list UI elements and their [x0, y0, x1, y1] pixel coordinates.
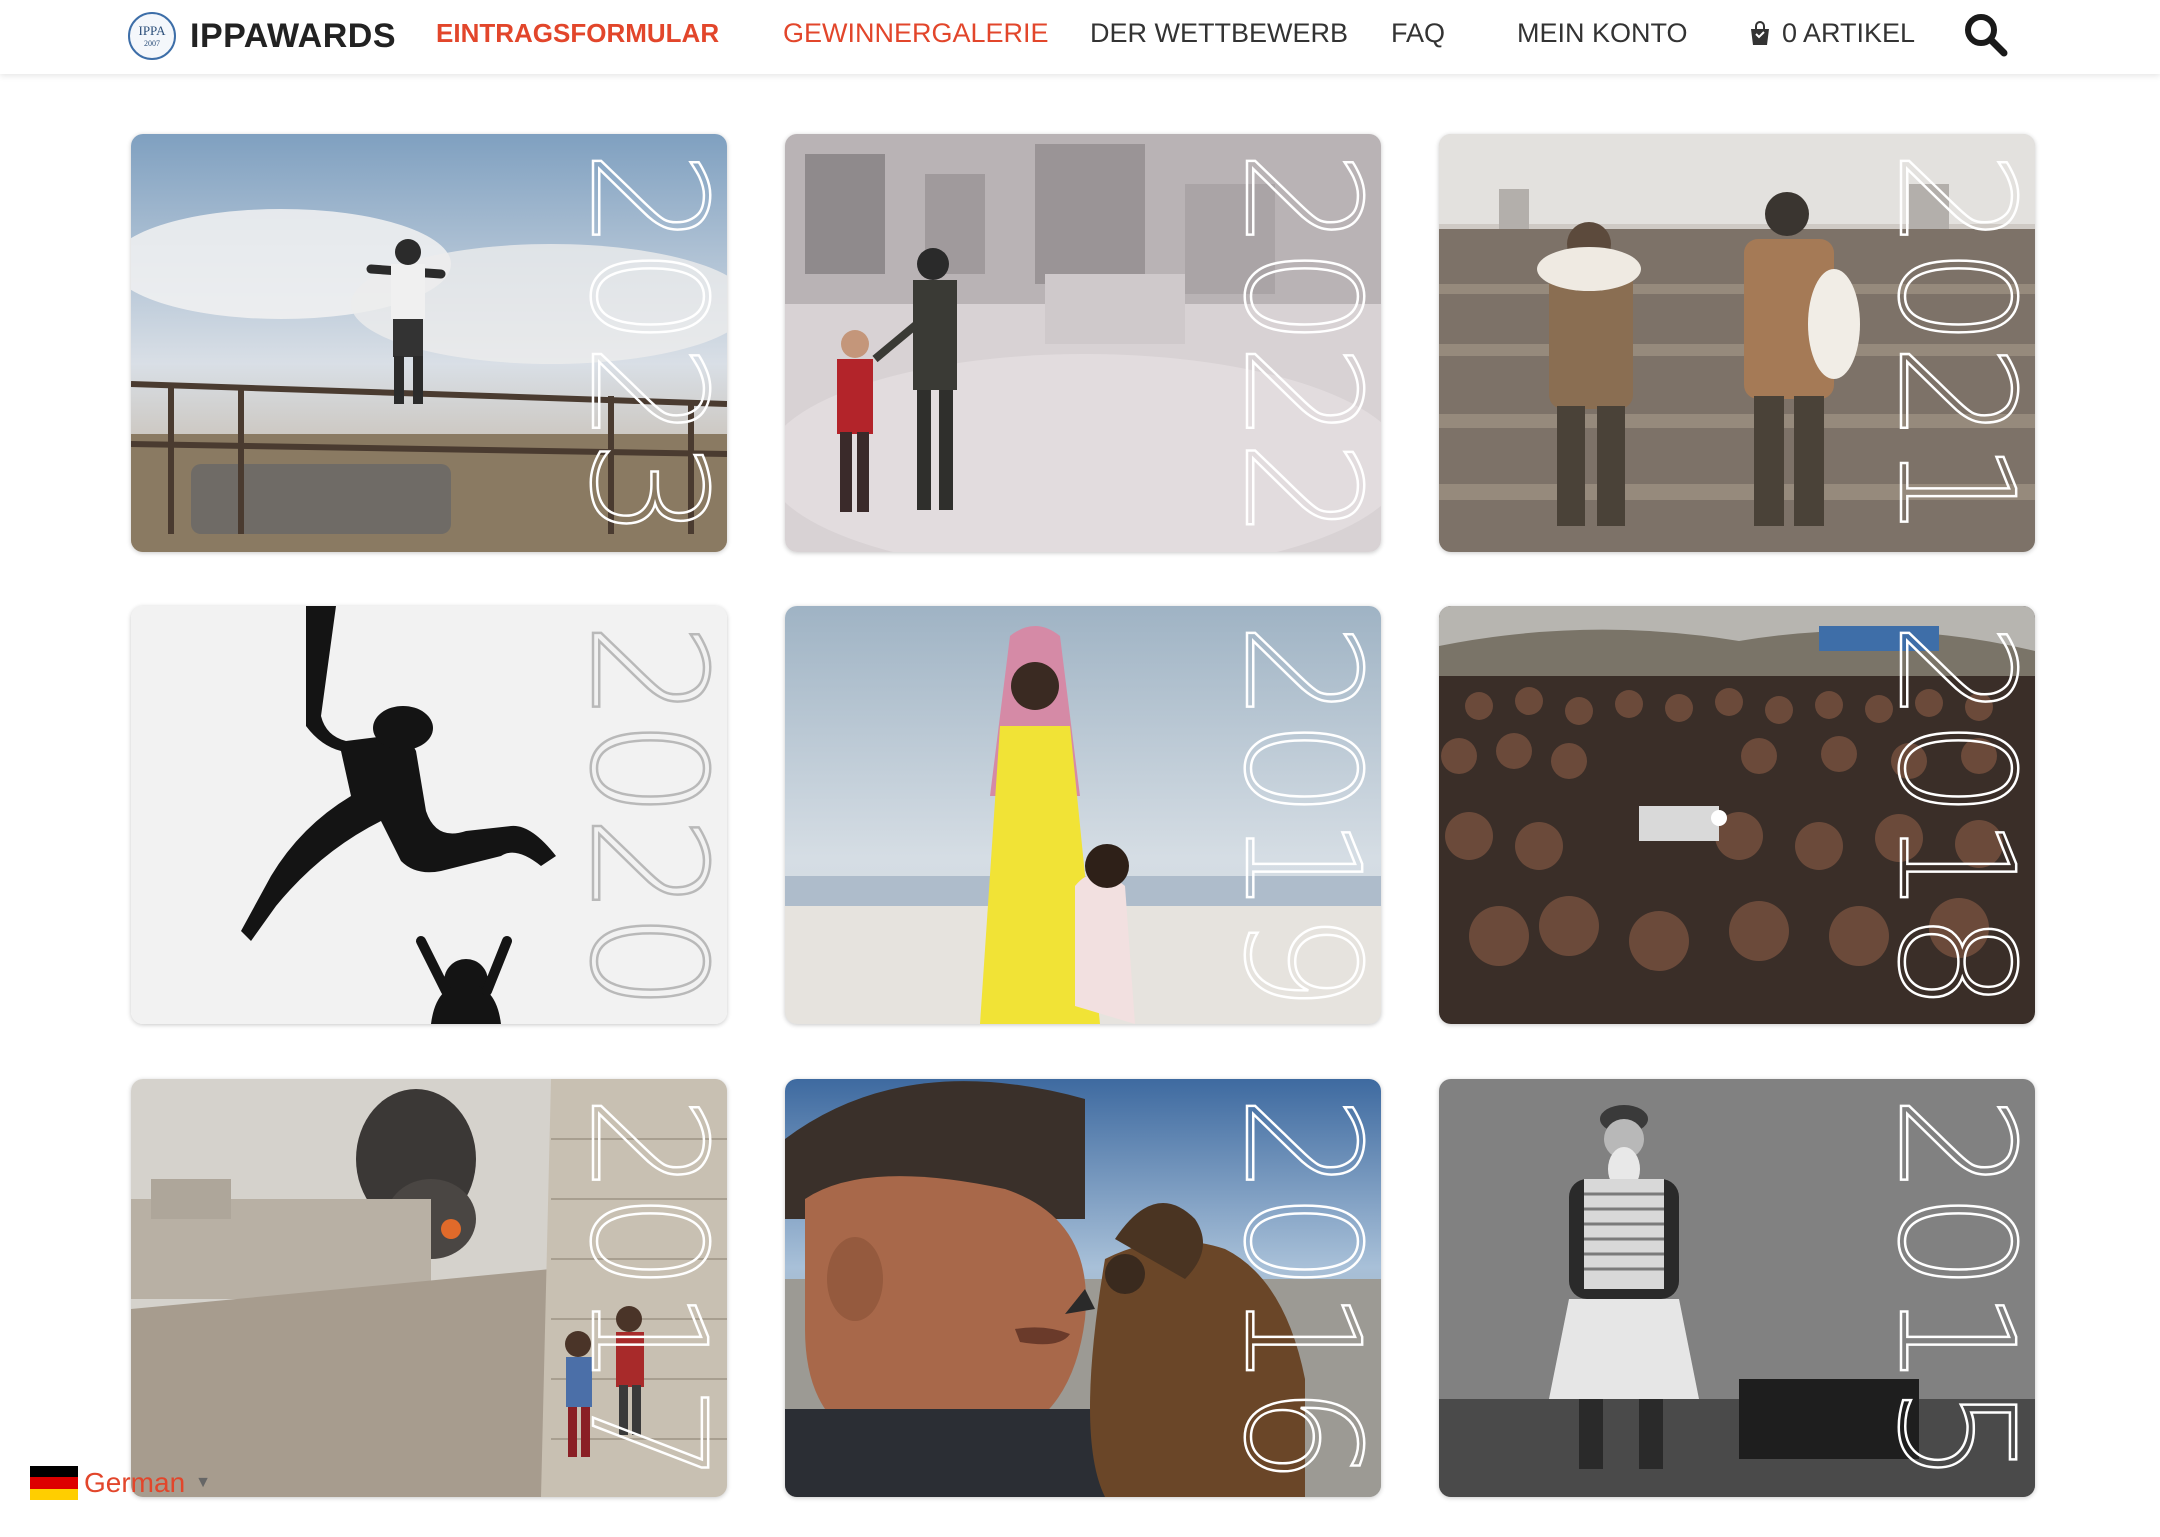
- photo-shepherds-carrying-lambs: [1439, 134, 2035, 552]
- cart-count-label: 0 ARTIKEL: [1782, 18, 1916, 48]
- ippa-seal-icon: IPPA 2007: [128, 12, 176, 60]
- caret-down-icon: ▼: [195, 1474, 211, 1491]
- brand-name: IPPAWARDS: [190, 16, 397, 55]
- nav-winners-gallery[interactable]: GEWINNERGALERIE: [783, 18, 1049, 49]
- nav-cart[interactable]: 0 ARTIKEL: [1748, 18, 1915, 49]
- gallery-card-2015[interactable]: 2015: [1439, 1079, 2035, 1497]
- german-flag-icon: [30, 1466, 78, 1500]
- language-label: German: [84, 1467, 186, 1498]
- photo-crowd-watching-projector: [1439, 606, 2035, 1024]
- gallery-card-2022[interactable]: 2022: [785, 134, 1381, 552]
- photo-old-man-accordion: [1439, 1079, 2035, 1497]
- nav-the-contest[interactable]: DER WETTBEWERB: [1090, 18, 1348, 49]
- language-switcher[interactable]: German ▼: [30, 1466, 211, 1500]
- nav-my-account[interactable]: MEIN KONTO: [1517, 18, 1688, 49]
- nav-faq[interactable]: FAQ: [1391, 18, 1445, 49]
- gallery-card-2018[interactable]: 2018: [1439, 606, 2035, 1024]
- nav-entry-form[interactable]: EINTRAGSFORMULAR: [436, 18, 719, 49]
- photo-boy-on-truck-rack: [131, 134, 727, 552]
- photo-man-with-eagle: [785, 1079, 1381, 1497]
- site-header: IPPA 2007 IPPAWARDS EINTRAGSFORMULAR GEW…: [0, 0, 2160, 74]
- photo-children-by-wall-smoke: [131, 1079, 727, 1497]
- photo-boy-jumping-silhouette: [131, 606, 727, 1024]
- photo-girl-yellow-dress-beach: [785, 606, 1381, 1024]
- shopping-basket-icon: [1751, 20, 1769, 45]
- gallery-card-2020[interactable]: 2020: [131, 606, 727, 1024]
- gallery-card-2016[interactable]: 2016: [785, 1079, 1381, 1497]
- photo-soldier-and-boy-ruins: [785, 134, 1381, 552]
- gallery-card-2023[interactable]: 2023: [131, 134, 727, 552]
- gallery-card-2017[interactable]: 2017: [131, 1079, 727, 1497]
- brand-logo[interactable]: IPPA 2007 IPPAWARDS: [128, 12, 396, 60]
- gallery-card-2019[interactable]: 2019: [785, 606, 1381, 1024]
- search-icon[interactable]: [1962, 11, 2008, 57]
- gallery-card-2021[interactable]: 2021: [1439, 134, 2035, 552]
